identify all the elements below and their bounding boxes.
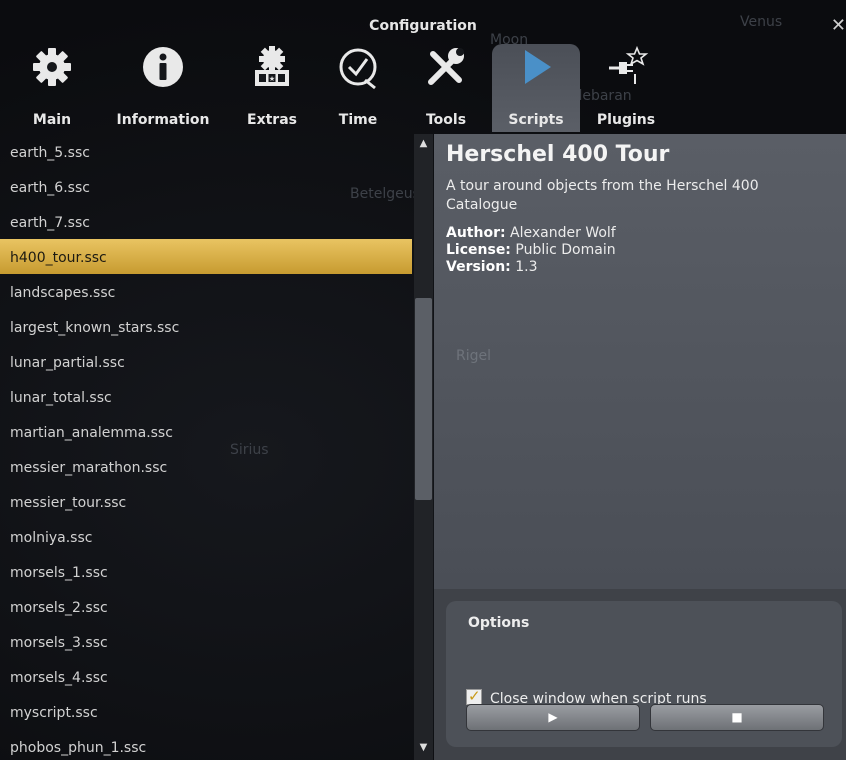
script-description: A tour around objects from the Herschel … [446,178,759,213]
tab-main[interactable]: Main [12,44,92,132]
script-list-item[interactable]: molniya.ssc [0,519,412,554]
stop-icon: ■ [731,710,743,724]
close-window-checkbox[interactable]: ✓ [466,687,482,705]
script-list-item[interactable]: messier_marathon.ssc [0,449,412,484]
plugin-icon [609,45,649,84]
tab-time[interactable]: Time [322,44,394,132]
script-details-panel: Herschel 400 Tour A tour around objects … [434,134,846,589]
svg-text:★: ★ [269,75,275,83]
tab-label: Extras [247,112,297,128]
play-icon: ▶ [548,710,558,724]
configuration-window: Venus Moon Aldebaran Betelgeuse Rigel Si… [0,0,846,760]
script-list-item[interactable]: morsels_3.ssc [0,624,412,659]
tab-label: Scripts [508,112,564,128]
script-list-item[interactable]: lunar_partial.ssc [0,344,412,379]
tab-information[interactable]: Information [106,44,220,132]
script-list-item[interactable]: h400_tour.ssc [0,239,412,274]
script-list-item[interactable]: phobos_phun_1.ssc [0,729,412,760]
script-list-item[interactable]: landscapes.ssc [0,274,412,309]
tab-label: Time [338,112,378,128]
close-icon[interactable]: ✕ [831,15,846,36]
tab-label: Tools [425,112,467,128]
script-title: Herschel 400 Tour [446,142,670,167]
options-area: Options ✓ Close window when script runs ▶… [434,589,846,760]
script-list-item[interactable]: messier_tour.ssc [0,484,412,519]
scroll-up-arrow-icon[interactable]: ▲ [414,136,433,152]
tab-bar: Main Information ★ Extras Time Tools Scr… [0,40,846,132]
tab-label: Main [32,112,72,128]
script-meta: Author: Alexander Wolf License: Public D… [446,225,834,276]
script-list-item[interactable]: earth_6.ssc [0,169,412,204]
script-list-item[interactable]: martian_analemma.ssc [0,414,412,449]
script-list-item[interactable]: myscript.ssc [0,694,412,729]
tab-tools[interactable]: Tools [410,44,482,132]
license-value: Public Domain [515,242,616,258]
script-list-item[interactable]: lunar_total.ssc [0,379,412,414]
checkmark-icon: ✓ [468,687,481,705]
script-list-item[interactable]: earth_7.ssc [0,204,412,239]
tab-scripts[interactable]: Scripts [492,44,580,132]
version-label: Version: [446,259,511,275]
scroll-down-arrow-icon[interactable]: ▼ [414,740,433,756]
version-value: 1.3 [515,259,538,275]
info-icon [143,47,183,87]
gear-icon [33,48,71,86]
stop-script-button[interactable]: ■ [650,704,824,731]
run-script-button[interactable]: ▶ [466,704,640,731]
tab-plugins[interactable]: Plugins [586,44,666,132]
script-list-item[interactable]: earth_5.ssc [0,134,412,169]
play-icon [525,50,551,84]
title-bar[interactable]: Configuration ✕ [0,0,846,40]
author-value: Alexander Wolf [510,225,616,241]
extras-icon: ★ [255,46,289,86]
scroll-thumb[interactable] [415,298,432,500]
tab-label: Information [116,112,210,128]
tab-label: Plugins [596,112,656,128]
author-label: Author: [446,225,506,241]
scrollbar[interactable]: ▲ ▼ [414,134,433,760]
script-list-item[interactable]: largest_known_stars.ssc [0,309,412,344]
tools-icon [428,48,464,85]
script-list-item[interactable]: morsels_2.ssc [0,589,412,624]
window-title: Configuration [369,18,477,34]
clock-icon [339,48,377,90]
license-label: License: [446,242,511,258]
sky-label-rigel: Rigel [456,348,492,364]
options-groupbox: Options ✓ Close window when script runs ▶… [446,601,842,747]
script-list[interactable]: earth_5.ssc earth_6.ssc earth_7.ssc h400_to… [0,134,412,760]
tab-extras[interactable]: ★ Extras [238,44,306,132]
script-list-item[interactable]: morsels_4.ssc [0,659,412,694]
options-title: Options [468,615,530,631]
script-list-item[interactable]: morsels_1.ssc [0,554,412,589]
